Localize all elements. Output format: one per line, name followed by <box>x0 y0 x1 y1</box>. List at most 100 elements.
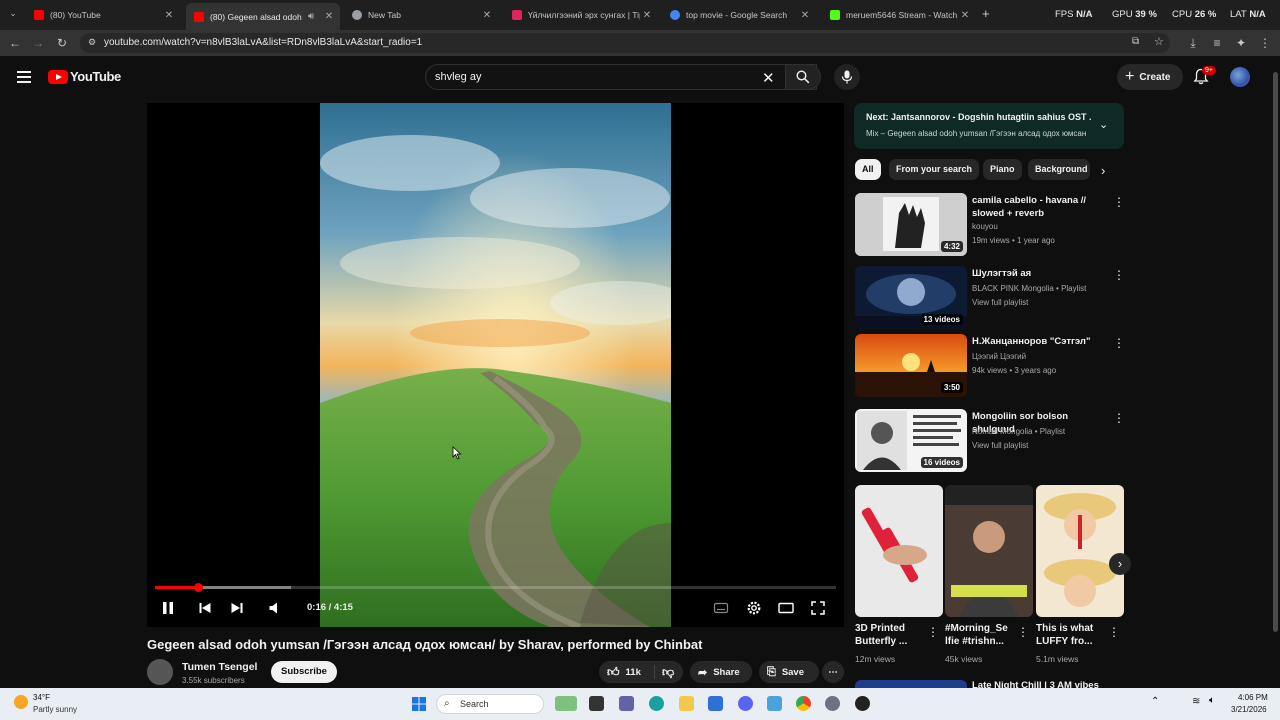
youtube-wordmark[interactable]: YouTube <box>70 69 121 84</box>
file-explorer-icon[interactable] <box>679 696 694 711</box>
more-vertical-icon[interactable]: ⋮ <box>1113 195 1125 209</box>
taskbar-search-box[interactable]: ⌕ Search <box>436 694 544 714</box>
short-title[interactable]: This is what LUFFY fro... <box>1036 622 1108 648</box>
notepad-icon[interactable] <box>767 696 782 711</box>
shorts-next-button[interactable]: › <box>1109 553 1131 575</box>
video-thumbnail[interactable]: 4:32 <box>855 193 967 256</box>
settings-gear-icon[interactable] <box>746 600 762 616</box>
task-view-icon[interactable] <box>589 696 604 711</box>
like-button[interactable]: 👍︎ 11k <box>599 665 655 679</box>
up-next-card[interactable]: Next: Jantsannorov - Dogshin hutagtiin s… <box>854 103 1124 149</box>
account-avatar[interactable] <box>1230 67 1250 87</box>
microsoft-store-icon[interactable] <box>708 696 723 711</box>
chevron-right-icon[interactable]: › <box>1101 163 1105 178</box>
speaker-icon[interactable]: 🔊︎ <box>304 11 318 22</box>
search-input[interactable]: shvleg ay ✕ <box>425 64 817 90</box>
partial-recommendation-thumbnail[interactable] <box>855 680 967 688</box>
clock-date[interactable]: 3/21/2026 <box>1231 705 1267 714</box>
show-hidden-icons-icon[interactable]: ⌃ <box>1151 696 1159 707</box>
close-tab-icon[interactable]: ✕ <box>640 10 654 21</box>
progress-scrubber[interactable] <box>193 583 203 592</box>
search-button[interactable] <box>785 64 821 90</box>
partial-recommendation-title[interactable]: Late Night Chill | 3 AM vibes <box>972 680 1099 688</box>
browser-tab-youtube[interactable]: (80) YouTube ✕ <box>26 4 180 26</box>
chip-from-your-search[interactable]: From your search <box>889 159 980 180</box>
forward-icon[interactable]: → <box>30 35 46 51</box>
browser-tab-google-search[interactable]: top movie - Google Search ✕ <box>662 4 816 26</box>
theater-mode-icon[interactable] <box>778 600 794 616</box>
more-actions-button[interactable]: ⋯ <box>822 661 844 683</box>
chrome-icon[interactable] <box>796 696 811 711</box>
recommendation-item[interactable]: 16 videos Mongoliin sor bolson shulguud … <box>855 409 1125 473</box>
recommendation-item[interactable]: 4:32 camila cabello - havana // slowed +… <box>855 193 1125 257</box>
app-icon[interactable] <box>855 696 870 711</box>
clock-time[interactable]: 4:06 PM <box>1238 693 1268 702</box>
settings-icon[interactable] <box>825 696 840 711</box>
address-bar[interactable]: ⚙ youtube.com/watch?v=n8vlB3laLvA&list=R… <box>80 33 1170 53</box>
pause-icon[interactable] <box>161 600 175 616</box>
playlist-thumbnail[interactable]: 16 videos <box>855 409 967 472</box>
back-icon[interactable]: ← <box>7 35 23 51</box>
windows-start-icon[interactable] <box>412 697 426 711</box>
chip-all[interactable]: All <box>855 159 881 180</box>
recommendation-item[interactable]: 3:50 Н.Жанцанноров "Сэтгэл" Цээгий Цээги… <box>855 334 1125 398</box>
short-thumbnail[interactable] <box>855 485 943 617</box>
close-tab-icon[interactable]: ✕ <box>162 10 176 21</box>
site-info-icon[interactable]: ⚙ <box>88 37 96 48</box>
close-tab-icon[interactable]: ✕ <box>958 10 972 21</box>
install-app-icon[interactable]: ⧉ <box>1132 36 1139 47</box>
subscribe-button[interactable]: Subscribe <box>271 661 337 683</box>
new-tab-button[interactable]: + <box>982 6 990 21</box>
teams-icon[interactable] <box>619 696 634 711</box>
reading-list-icon[interactable]: ≡ <box>1209 35 1225 51</box>
chevron-down-icon[interactable]: ⌄ <box>1099 118 1108 131</box>
voice-search-button[interactable] <box>834 64 860 90</box>
bookmark-star-icon[interactable]: ☆ <box>1154 35 1164 48</box>
fullscreen-icon[interactable] <box>810 600 826 616</box>
clear-search-icon[interactable]: ✕ <box>762 69 775 87</box>
more-vertical-icon[interactable]: ⋮ <box>1113 411 1125 425</box>
close-tab-icon[interactable]: ✕ <box>798 10 812 21</box>
chip-piano[interactable]: Piano <box>983 159 1022 180</box>
chip-background[interactable]: Background <box>1028 159 1090 180</box>
more-vertical-icon[interactable]: ⋮ <box>1113 336 1125 350</box>
short-title[interactable]: 3D Printed Butterfly ... <box>855 622 927 648</box>
previous-icon[interactable] <box>198 600 212 616</box>
more-vertical-icon[interactable]: ⋮ <box>1017 625 1029 639</box>
hamburger-menu-icon[interactable] <box>17 71 31 83</box>
more-vertical-icon[interactable]: ⋮ <box>1113 268 1125 282</box>
next-icon[interactable] <box>230 600 244 616</box>
channel-name[interactable]: Tumen Tsengel <box>182 661 257 673</box>
progress-bar[interactable] <box>155 583 836 592</box>
download-icon[interactable]: ⤓ <box>1185 35 1201 51</box>
youtube-logo-icon[interactable] <box>48 70 68 84</box>
more-vertical-icon[interactable]: ⋮ <box>1108 625 1120 639</box>
video-frame[interactable] <box>320 103 671 627</box>
video-thumbnail[interactable]: 3:50 <box>855 334 967 397</box>
volume-icon[interactable] <box>268 600 282 616</box>
playlist-thumbnail[interactable]: 13 videos <box>855 266 967 329</box>
network-wifi-icon[interactable]: ≋ <box>1192 696 1200 707</box>
browser-tab-current-video[interactable]: (80) Gegeen alsad odoh yu 🔊︎ ✕ <box>186 3 340 30</box>
weather-icon[interactable] <box>14 695 28 709</box>
channel-avatar[interactable] <box>147 659 173 685</box>
browser-tab-tip[interactable]: Үйлчилгээний эрх сунгах | Tip ✕ <box>504 4 658 26</box>
recommendation-item[interactable]: 13 videos Шулэгтэй ая BLACK PINK Mongoli… <box>855 266 1125 330</box>
scrollbar-thumb[interactable] <box>1273 72 1278 632</box>
short-title[interactable]: #Morning_Se lfie #trishn... <box>945 622 1017 648</box>
weather-temperature[interactable]: 34°F <box>33 693 50 702</box>
reload-icon[interactable]: ↻ <box>54 35 70 51</box>
weather-condition[interactable]: Partly sunny <box>33 705 77 714</box>
extension-icon[interactable]: ✦ <box>1233 35 1249 51</box>
browser-tab-new-tab[interactable]: New Tab ✕ <box>344 4 498 26</box>
volume-tray-icon[interactable]: 🔈︎ <box>1209 695 1215 706</box>
browser-menu-icon[interactable]: ⋮ <box>1257 35 1273 51</box>
close-tab-icon[interactable]: ✕ <box>322 11 336 22</box>
subtitles-icon[interactable] <box>713 600 729 616</box>
short-thumbnail[interactable] <box>1036 485 1124 617</box>
short-thumbnail[interactable] <box>945 485 1033 617</box>
edge-icon[interactable] <box>649 696 664 711</box>
close-tab-icon[interactable]: ✕ <box>480 10 494 21</box>
save-button[interactable]: ⎘ Save <box>759 661 819 683</box>
page-scrollbar[interactable] <box>1271 60 1280 688</box>
